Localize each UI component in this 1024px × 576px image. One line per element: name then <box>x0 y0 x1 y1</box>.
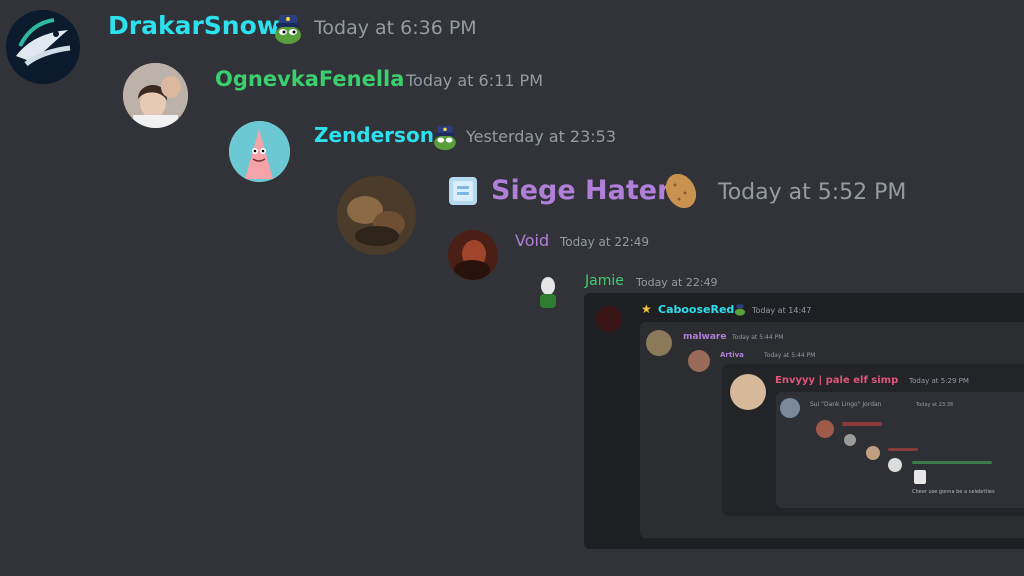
timestamp: Today at 5:44 PM <box>764 352 816 359</box>
avatar-small <box>816 420 834 438</box>
timestamp: Today at 5:52 PM <box>718 180 907 205</box>
timestamp: Today at 5:44 PM <box>732 334 784 341</box>
username-envyyy: Envyyy | pale elf simp <box>775 375 899 386</box>
file-icon <box>914 470 926 484</box>
username-siege-hater[interactable]: Siege Hater <box>491 175 670 206</box>
timestamp: Today at 6:36 PM <box>314 17 477 39</box>
timestamp: Today at 14:47 <box>752 306 812 315</box>
avatar-zenderson[interactable] <box>229 121 290 182</box>
timestamp: Today at 22:49 <box>560 235 649 249</box>
username-jamie[interactable]: Jamie <box>585 273 624 289</box>
avatar-jamie[interactable] <box>528 270 568 310</box>
avatar-artiva <box>688 350 710 372</box>
star-icon: ★ <box>641 302 652 316</box>
username-caboosered: CabooseRed <box>658 303 735 316</box>
username-artiva: Artiva <box>720 351 744 359</box>
timestamp: Yesterday at 23:53 <box>466 127 617 146</box>
username-zenderson[interactable]: Zenderson <box>314 123 434 147</box>
username-void[interactable]: Void <box>515 231 549 250</box>
timestamp: Today at 6:11 PM <box>406 71 543 90</box>
avatar-small <box>888 458 902 472</box>
pepe-police-icon <box>733 301 747 316</box>
patrick-avatar-icon <box>229 121 290 182</box>
avatar-ognevkafenella[interactable] <box>123 63 188 128</box>
avatar-siege-hater[interactable] <box>337 176 416 255</box>
dragon-avatar-icon <box>6 10 80 84</box>
dark-avatar-icon <box>448 230 498 280</box>
redacted-line <box>912 461 992 464</box>
avatar-small <box>866 446 880 460</box>
ice-cube-icon <box>446 174 480 208</box>
username-sui: Sui "Dank Lingo" Jordan <box>810 401 882 408</box>
avatar-void[interactable] <box>448 230 498 280</box>
avatar-envyyy <box>730 374 766 410</box>
pepe-police-icon <box>430 121 460 151</box>
avatar-sui <box>780 398 800 418</box>
timestamp: Today at 22:49 <box>636 276 718 289</box>
character-avatar-icon <box>528 270 568 310</box>
potato-icon <box>660 170 702 212</box>
painting-avatar-icon <box>337 176 416 255</box>
avatar-malware <box>646 330 672 356</box>
embed-footer-text: Cheer use gonna be a celebrities <box>912 489 995 495</box>
avatar-drakarsnow[interactable] <box>6 10 80 84</box>
redacted-line <box>842 422 882 426</box>
timestamp: Today at 5:29 PM <box>909 377 969 385</box>
avatar-caboosered <box>596 306 622 332</box>
username-malware: malware <box>683 332 727 342</box>
avatar-small <box>844 434 856 446</box>
timestamp: Today at 23:38 <box>916 402 954 408</box>
username-ognevkafenella[interactable]: OgnevkaFenella <box>215 67 404 91</box>
username-drakarsnow[interactable]: DrakarSnow <box>108 11 280 40</box>
redacted-line <box>888 448 918 451</box>
pepe-police-icon <box>270 9 306 45</box>
photo-avatar-icon <box>123 63 188 128</box>
